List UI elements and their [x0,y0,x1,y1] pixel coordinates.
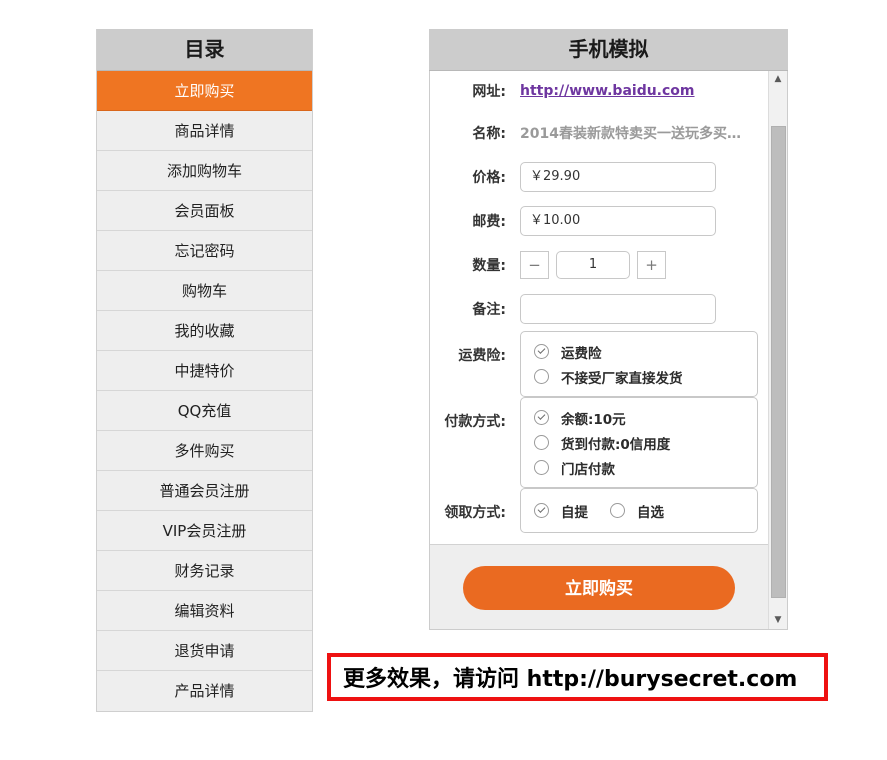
scroll-up-arrow-icon[interactable]: ▲ [769,71,787,88]
field-row-payment: 付款方式: 余额:10元货到付款:0信用度 门店付款 [440,397,758,488]
field-row-quantity: 数量: − 1 + [440,243,758,287]
field-row-pickup: 领取方式: 自提 自选 [440,488,758,536]
scrollbar-thumb[interactable] [771,126,786,598]
vertical-scrollbar[interactable]: ▲ ▼ [768,71,787,629]
field-row-url: 网址: http://www.baidu.com [440,71,758,111]
phone-panel-title: 手机模拟 [429,29,788,71]
payment-label: 付款方式: [444,414,506,430]
option-label: 自选 [637,504,664,521]
remark-input[interactable] [520,294,716,324]
promo-banner: 更多效果，请访问 http://burysecret.com [327,653,828,701]
pickup-option-0[interactable]: 自提 [521,498,588,523]
sidebar-item-12[interactable]: 财务记录 [97,551,312,591]
field-row-name: 名称: 2014春装新款特卖买一送玩多买… [440,111,758,155]
sidebar-item-7[interactable]: 中捷特价 [97,351,312,391]
sidebar-item-10[interactable]: 普通会员注册 [97,471,312,511]
sidebar-item-8[interactable]: QQ充值 [97,391,312,431]
order-form: 网址: http://www.baidu.com 名称: 2014春装新款特卖买… [430,71,768,544]
name-label: 名称: [472,126,506,142]
pickup-label: 领取方式: [444,505,506,521]
option-label: 余额:10元 [561,411,626,428]
sidebar-item-4[interactable]: 忘记密码 [97,231,312,271]
sidebar-menu: 目录 立即购买 商品详情 添加购物车 会员面板 忘记密码 购物车 我的收藏 中捷特价 QQ充值多… [96,29,313,712]
payment-option-group: 余额:10元货到付款:0信用度 门店付款 [520,397,758,488]
option-label: 货到付款:0信用度 [561,436,671,453]
quantity-value[interactable]: 1 [556,251,630,279]
scroll-down-arrow-icon[interactable]: ▼ [769,612,787,629]
buy-now-button[interactable]: 立即购买 [463,565,735,610]
url-label: 网址: [472,84,506,100]
phone-scroll-content: 网址: http://www.baidu.com 名称: 2014春装新款特卖买… [430,71,768,629]
url-link[interactable]: http://www.baidu.com [520,83,695,99]
quantity-increase-button[interactable]: + [637,251,666,279]
product-name-value: 2014春装新款特卖买一送玩多买… [520,126,741,142]
radio-unchecked-icon[interactable] [534,435,549,450]
shipping-label: 邮费: [472,214,506,230]
pickup-option-group: 自提 自选 [520,488,758,533]
price-input[interactable] [520,162,716,192]
remark-label: 备注: [472,302,506,318]
option-label: 门店付款 [561,461,615,478]
radio-unchecked-icon[interactable] [534,369,549,384]
sidebar-item-2[interactable]: 添加购物车 [97,151,312,191]
option-label: 自提 [561,504,588,521]
radio-checked-icon[interactable] [534,344,549,359]
phone-simulator-panel: 手机模拟 网址: http://www.baidu.com 名称: 2014春装… [429,29,788,630]
quantity-stepper: − 1 + [520,251,666,279]
field-row-remark: 备注: [440,287,758,331]
phone-panel-body: 网址: http://www.baidu.com 名称: 2014春装新款特卖买… [429,71,788,630]
sidebar-title: 目录 [97,29,312,71]
sidebar-item-3[interactable]: 会员面板 [97,191,312,231]
field-row-shipping: 邮费: [440,199,758,243]
sidebar-item-14[interactable]: 退货申请 [97,631,312,671]
field-row-price: 价格: [440,155,758,199]
sidebar-item-13[interactable]: 编辑资料 [97,591,312,631]
option-label: 不接受厂家直接发货 [561,370,683,387]
payment-option-0[interactable]: 余额:10元 [521,405,757,430]
pickup-option-1[interactable]: 自选 [588,498,664,523]
quantity-label: 数量: [472,258,506,274]
payment-option-1[interactable]: 货到付款:0信用度 [521,430,757,455]
sidebar-item-1[interactable]: 商品详情 [97,111,312,151]
sidebar-item-11[interactable]: VIP会员注册 [97,511,312,551]
sidebar-item-5[interactable]: 购物车 [97,271,312,311]
buy-footer: 立即购买 [430,544,768,629]
sidebar-item-list: 立即购买 商品详情 添加购物车 会员面板 忘记密码 购物车 我的收藏 中捷特价 QQ充值 多件购买… [97,71,312,711]
insurance-label: 运费险: [458,348,506,364]
field-row-insurance: 运费险: 运费险不接受厂家直接发货 [440,331,758,397]
sidebar-item-9[interactable]: 多件购买 [97,431,312,471]
promo-banner-text: 更多效果，请访问 http://burysecret.com [343,667,798,692]
sidebar-item-15[interactable]: 产品详情 [97,671,312,711]
shipping-fee-input[interactable] [520,206,716,236]
price-label: 价格: [472,170,506,186]
insurance-option-group: 运费险不接受厂家直接发货 [520,331,758,397]
option-label: 运费险 [561,345,602,362]
radio-unchecked-icon[interactable] [610,503,625,518]
quantity-decrease-button[interactable]: − [520,251,549,279]
insurance-option-1[interactable]: 不接受厂家直接发货 [521,364,757,389]
sidebar-item-0[interactable]: 立即购买 [97,71,312,111]
radio-checked-icon[interactable] [534,503,549,518]
radio-unchecked-icon[interactable] [534,460,549,475]
insurance-option-0[interactable]: 运费险 [521,339,757,364]
sidebar-item-6[interactable]: 我的收藏 [97,311,312,351]
payment-option-2[interactable]: 门店付款 [521,455,757,480]
radio-checked-icon[interactable] [534,410,549,425]
